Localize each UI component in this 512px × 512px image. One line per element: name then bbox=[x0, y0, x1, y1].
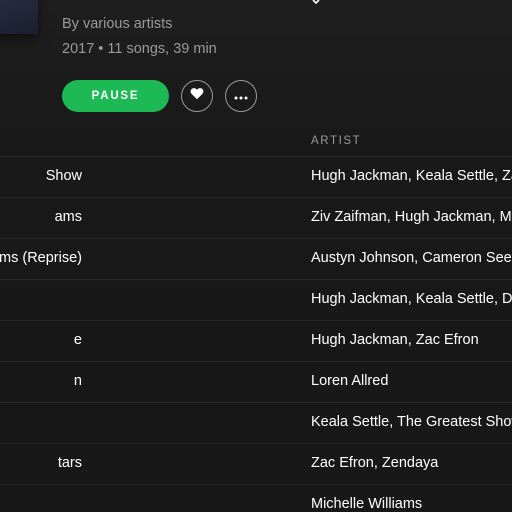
heart-icon bbox=[190, 87, 204, 105]
album-meta: 2017 • 11 songs, 39 min bbox=[62, 41, 217, 57]
track-row[interactable]: Michelle Williams bbox=[0, 485, 512, 512]
track-row[interactable]: ams (Reprise) Austyn Johnson, Cameron Se… bbox=[0, 239, 512, 280]
track-artist[interactable]: Michelle Williams bbox=[311, 496, 422, 512]
track-row[interactable]: ams Ziv Zaifman, Hugh Jackman, M bbox=[0, 198, 512, 239]
album-byline: By various artists bbox=[62, 16, 173, 32]
like-button[interactable] bbox=[181, 80, 213, 112]
track-artist[interactable]: Zac Efron, Zendaya bbox=[311, 455, 438, 471]
track-title[interactable]: ams (Reprise) bbox=[0, 250, 82, 266]
album-page: By various artists 2017 • 11 songs, 39 m… bbox=[0, 0, 512, 512]
track-artist[interactable]: Austyn Johnson, Cameron Seel bbox=[311, 250, 512, 266]
artist-column-header[interactable]: ARTIST bbox=[311, 135, 361, 147]
track-artist[interactable]: Hugh Jackman, Zac Efron bbox=[311, 332, 479, 348]
track-row[interactable]: n Loren Allred bbox=[0, 362, 512, 403]
track-artist[interactable]: Hugh Jackman, Keala Settle, Za bbox=[311, 168, 512, 184]
track-row[interactable]: Hugh Jackman, Keala Settle, D bbox=[0, 280, 512, 321]
more-options-button[interactable] bbox=[225, 80, 257, 112]
track-row[interactable]: tars Zac Efron, Zendaya bbox=[0, 444, 512, 485]
track-title[interactable]: ams bbox=[55, 209, 82, 225]
track-title[interactable]: tars bbox=[58, 455, 82, 471]
track-artist[interactable]: Hugh Jackman, Keala Settle, D bbox=[311, 291, 512, 307]
track-row[interactable]: Keala Settle, The Greatest Show bbox=[0, 403, 512, 444]
track-row[interactable]: e Hugh Jackman, Zac Efron bbox=[0, 321, 512, 362]
track-title[interactable]: n bbox=[74, 373, 82, 389]
ellipsis-icon bbox=[234, 87, 248, 105]
track-artist[interactable]: Keala Settle, The Greatest Show bbox=[311, 414, 512, 430]
album-cover[interactable] bbox=[0, 0, 38, 34]
chevron-down-icon[interactable] bbox=[311, 0, 321, 5]
track-row[interactable]: Show Hugh Jackman, Keala Settle, Za bbox=[0, 157, 512, 198]
pause-button[interactable]: PAUSE bbox=[62, 80, 169, 112]
track-artist[interactable]: Loren Allred bbox=[311, 373, 388, 389]
track-list: Show Hugh Jackman, Keala Settle, Za ams … bbox=[0, 157, 512, 512]
track-artist[interactable]: Ziv Zaifman, Hugh Jackman, M bbox=[311, 209, 512, 225]
track-title[interactable]: e bbox=[74, 332, 82, 348]
track-title[interactable]: Show bbox=[46, 168, 82, 184]
